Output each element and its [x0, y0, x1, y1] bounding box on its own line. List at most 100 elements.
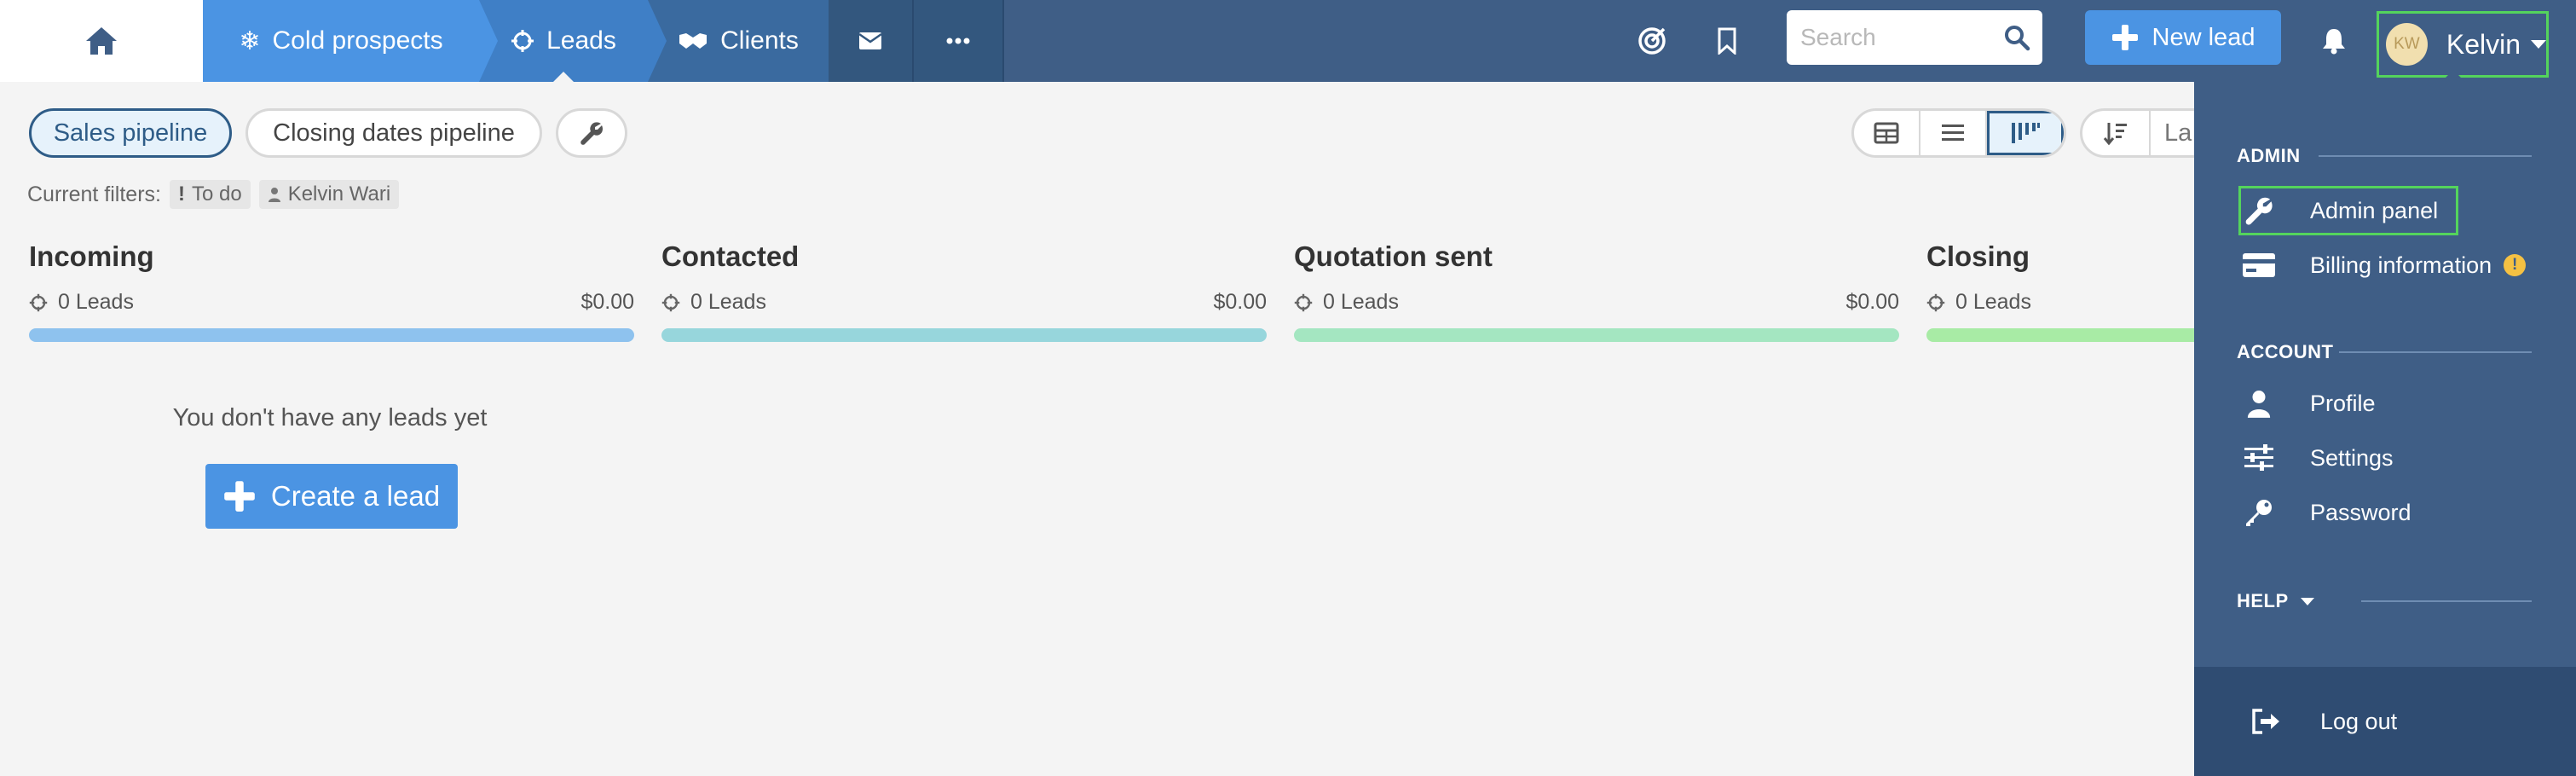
menu-item-label: Log out: [2320, 708, 2398, 734]
bookmark-button[interactable]: [1707, 20, 1747, 61]
menu-item-profile[interactable]: Profile: [2238, 379, 2376, 428]
admin-heading: ADMIN: [2237, 145, 2301, 166]
tab-clients-label: Clients: [720, 26, 799, 55]
create-lead-label: Create a lead: [270, 480, 441, 512]
menu-item-label: Billing information: [2310, 252, 2492, 278]
menu-item-admin-panel[interactable]: Admin panel: [2238, 186, 2438, 235]
tab-cold-prospects[interactable]: ❄ Cold prospects: [203, 0, 498, 82]
list-view-button[interactable]: [1920, 111, 1987, 155]
filter-chip-label: To do: [191, 182, 242, 206]
menu-item-password[interactable]: Password: [2238, 488, 2411, 537]
target-icon: [1638, 27, 1666, 55]
view-switcher: [1851, 108, 2066, 158]
user-name: Kelvin: [2446, 28, 2521, 60]
exclamation-icon: !: [177, 182, 185, 206]
chevron-down-icon: [2300, 597, 2314, 605]
search-box: [1787, 10, 2042, 65]
column-color-bar: [29, 328, 634, 342]
column-color-bar: [661, 328, 1267, 342]
account-heading: ACCOUNT: [2237, 341, 2334, 362]
plus-icon: [224, 481, 255, 512]
menu-item-label: Admin panel: [2310, 197, 2439, 223]
empty-leads-message: You don't have any leads yet: [172, 404, 488, 431]
menu-item-label: Password: [2310, 499, 2411, 525]
column-title: Contacted: [661, 240, 800, 272]
column-title: Quotation sent: [1294, 240, 1493, 272]
column-lead-count: 0 Leads: [690, 290, 766, 314]
column-amount: $0.00: [580, 290, 634, 314]
user-icon: [2247, 391, 2271, 418]
column-lead-count: 0 Leads: [58, 290, 134, 314]
menu-item-billing[interactable]: Billing information !: [2238, 240, 2527, 290]
logout-icon: [2252, 709, 2279, 734]
top-navbar: ❄ Cold prospects Leads Clients New lead …: [0, 0, 2576, 82]
avatar: KW: [2386, 23, 2428, 66]
help-toggle[interactable]: HELP: [2237, 590, 2314, 612]
menu-item-settings[interactable]: Settings: [2238, 433, 2394, 483]
column-lead-count: 0 Leads: [1955, 290, 2031, 314]
filter-chip-todo[interactable]: ! To do: [169, 180, 251, 209]
new-lead-button[interactable]: New lead: [2085, 10, 2281, 65]
tab-leads-label: Leads: [546, 26, 616, 55]
goals-button[interactable]: [1632, 20, 1672, 61]
tab-clients[interactable]: Clients: [648, 0, 829, 82]
snowflake-icon: ❄: [239, 26, 261, 55]
crosshair-icon: [1926, 293, 1945, 311]
pipeline-settings-button[interactable]: [556, 108, 627, 158]
table-icon: [1874, 122, 1899, 144]
column-lead-count: 0 Leads: [1323, 290, 1399, 314]
wrench-icon: [580, 122, 603, 145]
tab-mail[interactable]: [829, 0, 914, 82]
crosshair-icon: [29, 293, 48, 311]
home-tab[interactable]: [0, 0, 203, 82]
kanban-icon: [2012, 123, 2040, 143]
filter-chip-user[interactable]: Kelvin Wari: [258, 180, 400, 209]
plus-icon: [2111, 25, 2138, 50]
sales-pipeline-tab[interactable]: Sales pipeline: [29, 108, 232, 158]
pipeline-view-button[interactable]: [1987, 111, 2064, 155]
wrench-icon: [2245, 197, 2273, 225]
closing-dates-pipeline-tab[interactable]: Closing dates pipeline: [245, 108, 542, 158]
key-icon: [2246, 500, 2272, 526]
handshake-icon: [679, 33, 708, 49]
user-dropdown-menu: ADMIN Admin panel Billing information ! …: [2194, 70, 2576, 776]
sort-direction-button[interactable]: [2082, 111, 2151, 155]
create-lead-button[interactable]: Create a lead: [205, 464, 458, 529]
warning-icon: !: [2504, 254, 2527, 276]
filter-chip-label: Kelvin Wari: [287, 182, 391, 206]
pipeline-column-quotation-sent: Quotation sent 0 Leads $0.00: [1294, 240, 1899, 342]
new-lead-label: New lead: [2151, 23, 2255, 51]
pipeline-column-contacted: Contacted 0 Leads $0.00: [661, 240, 1267, 342]
credit-card-icon: [2243, 253, 2275, 277]
ellipsis-icon: [946, 38, 970, 44]
bell-icon: [2323, 29, 2345, 55]
help-heading: HELP: [2237, 590, 2289, 611]
user-menu-toggle[interactable]: KW Kelvin: [2377, 11, 2549, 78]
column-color-bar: [1294, 328, 1899, 342]
column-amount: $0.00: [1845, 290, 1899, 314]
tab-leads[interactable]: Leads: [479, 0, 667, 82]
bookmark-icon: [1718, 27, 1736, 55]
sort-icon: [2103, 123, 2127, 146]
search-icon[interactable]: [2003, 24, 2030, 51]
column-title: Incoming: [29, 240, 154, 272]
user-icon: [268, 188, 280, 202]
notifications-button[interactable]: [2313, 20, 2354, 61]
crosshair-icon: [511, 30, 534, 52]
crosshair-icon: [1294, 293, 1313, 311]
sliders-icon: [2244, 444, 2273, 471]
menu-item-label: Settings: [2310, 444, 2394, 471]
menu-item-logout[interactable]: Log out: [2194, 667, 2576, 776]
pipeline-column-incoming: Incoming 0 Leads $0.00: [29, 240, 634, 342]
table-view-button[interactable]: [1854, 111, 1920, 155]
list-icon: [1942, 125, 1964, 141]
home-icon: [86, 27, 117, 55]
sort-field-select[interactable]: La: [2151, 111, 2192, 155]
column-amount: $0.00: [1213, 290, 1267, 314]
crosshair-icon: [661, 293, 680, 311]
tab-cold-prospects-label: Cold prospects: [272, 26, 443, 55]
menu-item-label: Profile: [2310, 390, 2376, 416]
chevron-down-icon: [2531, 40, 2546, 49]
tab-more[interactable]: [914, 0, 1004, 82]
envelope-icon: [858, 32, 882, 49]
